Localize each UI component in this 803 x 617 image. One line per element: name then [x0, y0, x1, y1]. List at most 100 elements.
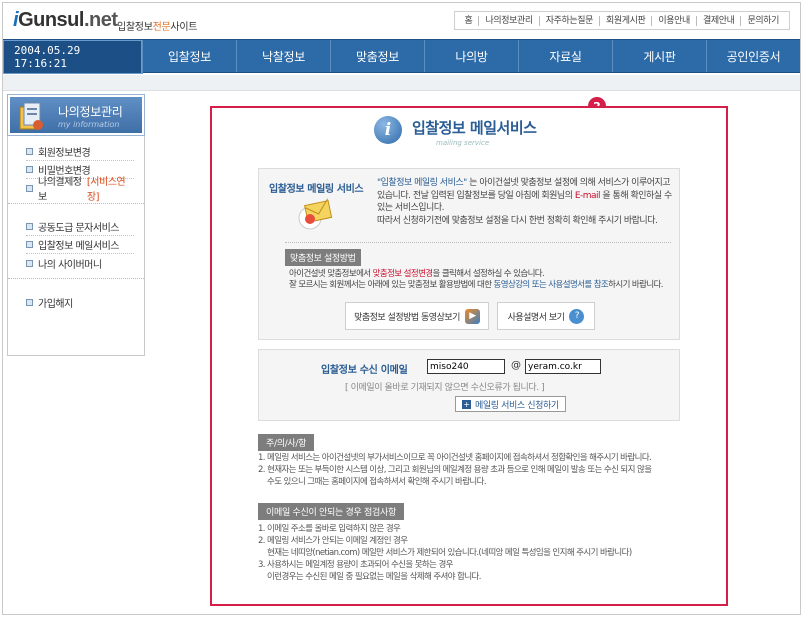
- manual-label: 사용설명서 보기: [507, 312, 565, 323]
- toplink-faq[interactable]: 자주하는질문: [538, 15, 599, 26]
- service-description: "입찰정보 메일링 서비스" 는 아이건설넷 맞춤정보 설정에 의해 서비스가 …: [377, 177, 673, 227]
- apply-mailing-button[interactable]: + 메일링 서비스 신청하기: [455, 396, 566, 412]
- logo-text: Gunsul: [18, 9, 84, 31]
- manual-button[interactable]: 사용설명서 보기 ?: [497, 302, 595, 330]
- bullet-icon: [26, 166, 33, 173]
- email-note: [ 이메일이 올바로 기재되지 않으면 수신오류가 됩니다. ]: [345, 383, 545, 393]
- info-icon: i: [374, 116, 402, 144]
- sidebar-group-withdraw: 가입해지: [8, 279, 144, 317]
- divider: [285, 242, 671, 243]
- sidebar: 나의정보관리 my information 회원정보변경 비밀번호변경 나의결제…: [7, 94, 145, 356]
- setting-part: 을 클릭해서 설정하실 수 있습니다.: [432, 269, 545, 279]
- page-subtitle: mailing service: [436, 139, 490, 147]
- fail-line: 현재는 네띠앙(netian.com) 메일만 서비스가 제한되어 있습니다.(…: [267, 548, 632, 558]
- nav-custom-info[interactable]: 맞춤정보: [331, 40, 425, 72]
- fail-checklist: 1. 이메일 주소를 올바로 입력하지 않은 경우 2. 메일링 서비스가 안되…: [258, 523, 698, 583]
- site-tagline: 입찰정보전문사이트: [117, 18, 197, 33]
- datetime-box: 2004.05.29 17:16:21: [3, 40, 143, 74]
- page-title: 입찰정보 메일서비스: [412, 119, 537, 137]
- setting-method-tag: 맞춤정보 설정방법: [285, 249, 361, 266]
- email-form-box: 입찰정보 수신 이메일 @ [ 이메일이 올바로 기재되지 않으면 수신오류가 …: [258, 349, 680, 421]
- nav-award-info[interactable]: 낙찰정보: [237, 40, 331, 72]
- page-title-block: i 입찰정보 메일서비스 mailing service: [374, 112, 564, 154]
- nav-my-room[interactable]: 나의방: [425, 40, 519, 72]
- email-highlight: E-mail: [574, 190, 601, 201]
- nav-certificate[interactable]: 공인인증서: [707, 40, 800, 72]
- setting-part: 하시기 바랍니다.: [608, 280, 663, 290]
- video-icon: ▶: [464, 308, 480, 324]
- email-user-input[interactable]: [427, 359, 505, 374]
- fail-checklist-tag: 이메일 수신이 안되는 경우 점검사항: [258, 503, 404, 520]
- sidebar-item-sms-service[interactable]: 공동도급 문자서비스: [26, 218, 134, 236]
- toplink-home[interactable]: 홈: [459, 16, 479, 26]
- sidebar-item-label: 나의 사이버머니: [38, 259, 102, 271]
- setting-change-link[interactable]: 맞춤정보 설정변경: [373, 269, 433, 279]
- fail-line: 3. 사용하시는 메일계정 용량이 초과되어 수신을 못하는 경우: [258, 560, 454, 570]
- bullet-icon: [26, 241, 33, 248]
- sidebar-item-label: 회원정보변경: [38, 148, 91, 159]
- bullet-icon: [26, 223, 33, 230]
- setting-part: 잘 모르시는 회원께서는 아래에 있는 맞춤정보 활용방법에 대한: [289, 280, 494, 290]
- caution-tag: 주/의/사/항: [258, 434, 315, 451]
- site-logo[interactable]: iGunsul.net: [13, 9, 118, 32]
- service-info-box: 입찰정보 메일링 서비스 "입찰정보 메일링 서비스" 는 아이건설넷 맞춤정보…: [258, 168, 680, 340]
- toplink-payment[interactable]: 결제안내: [695, 15, 741, 26]
- email-domain-input[interactable]: [525, 359, 601, 374]
- sidebar-item-payment[interactable]: 나의결제정보 [서비스연장]: [26, 177, 134, 203]
- at-sign: @: [511, 360, 521, 371]
- bullet-icon: [26, 148, 33, 155]
- sidebar-item-label: 입찰정보 메일서비스: [38, 241, 119, 252]
- tagline-pre: 입찰정보: [117, 22, 153, 33]
- toplink-contact[interactable]: 문의하기: [740, 15, 785, 26]
- service-name-quote: "입찰정보 메일링 서비스": [377, 178, 467, 188]
- bullet-icon: [26, 298, 33, 306]
- sidebar-title: 나의정보관리: [58, 105, 123, 119]
- sidebar-subtitle: my information: [58, 120, 120, 129]
- plus-icon: +: [462, 399, 471, 409]
- manual-icon: ?: [569, 308, 585, 324]
- top-header: iGunsul.net 입찰정보전문사이트 홈 나의정보관리 자주하는질문 회원…: [3, 3, 800, 39]
- sidebar-group-account: 회원정보변경 비밀번호변경 나의결제정보 [서비스연장]: [8, 135, 144, 204]
- top-links: 홈 나의정보관리 자주하는질문 회원게시판 이용안내 결제안내 문의하기: [453, 11, 790, 30]
- video-guide-label: 맞춤정보 설정방법 동영상보기: [354, 312, 460, 323]
- desc-part: 따라서 신청하기전에 맞춤정보 설정을 다시 한번 정확히 확인해 주시기 바랍…: [377, 215, 658, 226]
- sidebar-item-label: 공동도급 문자서비스: [38, 223, 119, 234]
- main-nav: 2004.05.29 17:16:21 입찰정보 낙찰정보 맞춤정보 나의방 자…: [3, 39, 800, 74]
- toplink-board[interactable]: 회원게시판: [599, 15, 651, 26]
- toplink-myinfo[interactable]: 나의정보관리: [478, 15, 538, 26]
- sidebar-item-withdraw[interactable]: 가입해지: [26, 293, 134, 311]
- tagline-highlight: 전문: [152, 22, 171, 33]
- fail-line: 이런경우는 수신된 메일 중 필요없는 메일을 삭제해 주셔야 합니다.: [267, 572, 481, 582]
- setting-method-text: 아이건설넷 맞춤정보에서 맞춤정보 설정변경을 클릭해서 설정하실 수 있습니다…: [289, 269, 677, 291]
- apply-mailing-label: 메일링 서비스 신청하기: [475, 400, 559, 411]
- guide-reference-link[interactable]: 동영상강의 또는 사용설명서를 참조: [494, 280, 609, 290]
- caution-line: 1. 메일링 서비스는 아이건설넷의 부가서비스이므로 꼭 아이건설넷 홈페이지…: [258, 453, 652, 463]
- video-guide-button[interactable]: 맞춤정보 설정방법 동영상보기 ▶: [345, 302, 489, 330]
- toplink-guide[interactable]: 이용안내: [651, 15, 696, 26]
- sidebar-item-label: 나의결제정보: [38, 177, 82, 203]
- sidebar-item-mail-service[interactable]: 입찰정보 메일서비스: [26, 236, 134, 254]
- caution-notes: 1. 메일링 서비스는 아이건설넷의 부가서비스이므로 꼭 아이건설넷 홈페이지…: [258, 452, 698, 488]
- sidebar-group-services: 공동도급 문자서비스 입찰정보 메일서비스 나의 사이버머니: [8, 204, 144, 279]
- datetime-display: 2004.05.29 17:16:21: [3, 40, 142, 74]
- sidebar-header: 나의정보관리 my information: [7, 94, 145, 136]
- fail-line: 2. 메일링 서비스가 안되는 이메일 계정인 경우: [258, 536, 408, 546]
- sub-bar: [3, 75, 800, 91]
- bullet-icon: [26, 259, 33, 267]
- service-heading: 입찰정보 메일링 서비스: [269, 184, 364, 195]
- nav-archive[interactable]: 자료실: [519, 40, 613, 72]
- bullet-icon: [26, 184, 33, 192]
- tagline-post: 사이트: [170, 22, 198, 33]
- service-extend-link[interactable]: [서비스연장]: [87, 173, 134, 203]
- sidebar-item-cyber-money[interactable]: 나의 사이버머니: [26, 254, 134, 272]
- sidebar-item-member-info[interactable]: 회원정보변경: [26, 143, 134, 161]
- mail-envelope-icon: [298, 198, 333, 230]
- caution-line: 2. 현재자는 또는 부득이한 시스템 이상, 그리고 회원님의 메일계정 용량…: [258, 465, 652, 475]
- folder-icon: [19, 102, 43, 130]
- logo-net: .net: [83, 9, 118, 31]
- nav-bid-info[interactable]: 입찰정보: [143, 40, 237, 72]
- page-frame: iGunsul.net 입찰정보전문사이트 홈 나의정보관리 자주하는질문 회원…: [2, 2, 801, 615]
- email-label: 입찰정보 수신 이메일: [321, 365, 408, 376]
- setting-part: 아이건설넷 맞춤정보에서: [289, 269, 373, 279]
- nav-board[interactable]: 게시판: [613, 40, 707, 72]
